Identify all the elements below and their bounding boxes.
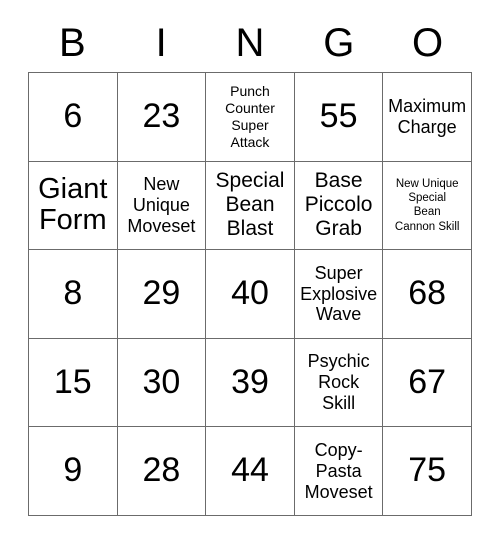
bingo-cell[interactable]: Giant Form	[29, 161, 118, 251]
bingo-cell-label: 67	[408, 362, 447, 401]
bingo-cell-label: Special Bean Blast	[215, 169, 285, 241]
bingo-cell[interactable]: 28	[117, 427, 207, 516]
bingo-cell[interactable]: Maximum Charge	[383, 73, 472, 162]
bingo-cell[interactable]: 40	[206, 250, 295, 339]
bingo-cell-label: 44	[231, 451, 269, 490]
bingo-cell[interactable]: 44	[206, 427, 295, 516]
bingo-cell-label: Super Explosive Wave	[300, 262, 378, 325]
bingo-cell[interactable]: 67	[383, 338, 472, 428]
bingo-cell-label: New Unique Special Bean Cannon Skill	[394, 177, 460, 233]
bingo-header-letter-n: N	[235, 21, 265, 65]
bingo-cell-label: 15	[53, 362, 92, 401]
bingo-cell[interactable]: 29	[117, 250, 207, 339]
bingo-cell[interactable]: 55	[294, 73, 384, 162]
bingo-cell[interactable]: 30	[117, 338, 207, 428]
bingo-grid: 6 23 Punch Counter Super Attack 55 Maxim…	[28, 72, 472, 516]
bingo-cell-label: Punch Counter Super Attack	[225, 82, 275, 150]
bingo-cell[interactable]: 15	[29, 338, 118, 428]
bingo-cell[interactable]: Special Bean Blast	[206, 161, 295, 251]
bingo-header-letter-g: G	[323, 21, 355, 65]
bingo-cell-label: New Unique Moveset	[127, 174, 196, 236]
bingo-cell-label: 40	[231, 274, 269, 313]
bingo-cell-label: 8	[63, 274, 83, 313]
bingo-cell-label: 6	[63, 96, 83, 135]
bingo-header-letter-b: B	[59, 21, 86, 65]
bingo-cell-label: 39	[231, 362, 269, 401]
bingo-cell-label: Psychic Rock Skill	[307, 351, 370, 414]
bingo-cell-label: 9	[63, 451, 83, 490]
bingo-cell[interactable]: Copy- Pasta Moveset	[294, 427, 384, 516]
bingo-cell[interactable]: New Unique Special Bean Cannon Skill	[383, 161, 472, 251]
bingo-cell-label: 30	[142, 362, 181, 401]
bingo-cell[interactable]: 23	[117, 73, 207, 162]
bingo-cell-label: 28	[142, 451, 181, 490]
bingo-cell[interactable]: Super Explosive Wave	[294, 250, 384, 339]
bingo-cell-label: 23	[142, 96, 181, 135]
bingo-cell[interactable]: Psychic Rock Skill	[294, 338, 384, 428]
bingo-cell[interactable]: 39	[206, 338, 295, 428]
bingo-header-letter-i: I	[155, 21, 167, 65]
bingo-cell-label: 75	[408, 451, 447, 490]
bingo-cell[interactable]: 75	[383, 427, 472, 516]
bingo-cell-label: 68	[408, 274, 447, 313]
bingo-cell-label: 55	[319, 96, 358, 135]
bingo-cell-label: Base Piccolo Grab	[304, 169, 373, 241]
bingo-cell[interactable]: 8	[29, 250, 118, 339]
bingo-cell-label: Giant Form	[38, 172, 108, 237]
bingo-cell[interactable]: 68	[383, 250, 472, 339]
bingo-cell[interactable]: Base Piccolo Grab	[294, 161, 384, 251]
bingo-cell[interactable]: Punch Counter Super Attack	[206, 73, 295, 162]
bingo-card: B I N G O 6 23 Punch Counter Super Attac…	[0, 0, 500, 544]
bingo-cell[interactable]: 6	[29, 73, 118, 162]
bingo-header-letter-o: O	[412, 21, 444, 65]
bingo-cell-label: 29	[142, 274, 181, 313]
bingo-cell[interactable]: 9	[29, 427, 118, 516]
bingo-cell-label: Copy- Pasta Moveset	[304, 439, 373, 502]
bingo-cell[interactable]: New Unique Moveset	[117, 161, 207, 251]
bingo-header-row: B I N G O	[28, 14, 472, 72]
bingo-cell-label: Maximum Charge	[388, 95, 467, 137]
